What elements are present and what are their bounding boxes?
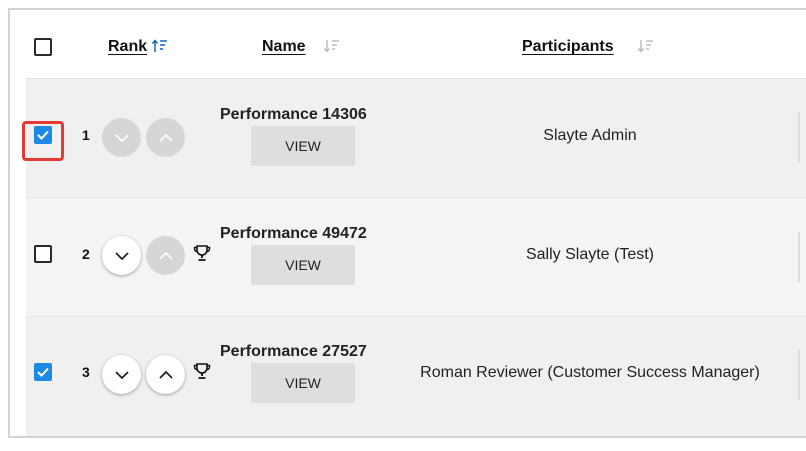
view-button[interactable]: VIEW [251, 126, 355, 166]
performance-title: Performance 49472 [220, 225, 367, 242]
column-header-participants[interactable]: Participants [522, 38, 614, 56]
table-header: Rank Name Participants [10, 10, 806, 80]
move-up-button[interactable] [146, 355, 185, 394]
ranking-table: Rank Name Participants 1 Performance 143… [8, 8, 806, 438]
rank-number: 3 [82, 364, 90, 380]
view-button[interactable]: VIEW [251, 363, 355, 403]
move-down-button[interactable] [102, 118, 141, 157]
row-checkbox[interactable] [34, 363, 52, 381]
sort-descending-icon[interactable] [638, 38, 654, 54]
checkmark-icon [37, 367, 49, 377]
column-header-name[interactable]: Name [262, 38, 306, 56]
chevron-down-icon [114, 370, 129, 379]
focus-outline [22, 121, 64, 161]
participant-name: Sally Slayte (Test) [525, 246, 655, 263]
rank-number: 1 [82, 127, 90, 143]
view-button[interactable]: VIEW [251, 245, 355, 285]
row-divider [798, 232, 800, 282]
participant-name: Roman Reviewer (Customer Success Manager… [420, 364, 760, 381]
chevron-down-icon [114, 251, 129, 260]
trophy-icon [193, 363, 211, 379]
row-divider [798, 350, 800, 400]
chevron-up-icon [158, 370, 173, 379]
trophy-icon [193, 245, 211, 261]
chevron-up-icon [158, 133, 173, 142]
sort-descending-icon[interactable] [324, 38, 340, 54]
move-up-button[interactable] [146, 236, 185, 275]
rank-number: 2 [82, 246, 90, 262]
sort-ascending-icon[interactable] [152, 38, 168, 54]
row-checkbox[interactable] [34, 245, 52, 263]
move-down-button[interactable] [102, 236, 141, 275]
move-down-button[interactable] [102, 355, 141, 394]
performance-title: Performance 14306 [220, 106, 367, 123]
column-header-rank[interactable]: Rank [108, 38, 147, 56]
chevron-down-icon [114, 133, 129, 142]
performance-title: Performance 27527 [220, 343, 367, 360]
select-all-checkbox[interactable] [34, 38, 52, 56]
move-up-button[interactable] [146, 118, 185, 157]
row-divider [798, 112, 800, 162]
participant-name: Slayte Admin [543, 127, 637, 144]
chevron-up-icon [158, 251, 173, 260]
